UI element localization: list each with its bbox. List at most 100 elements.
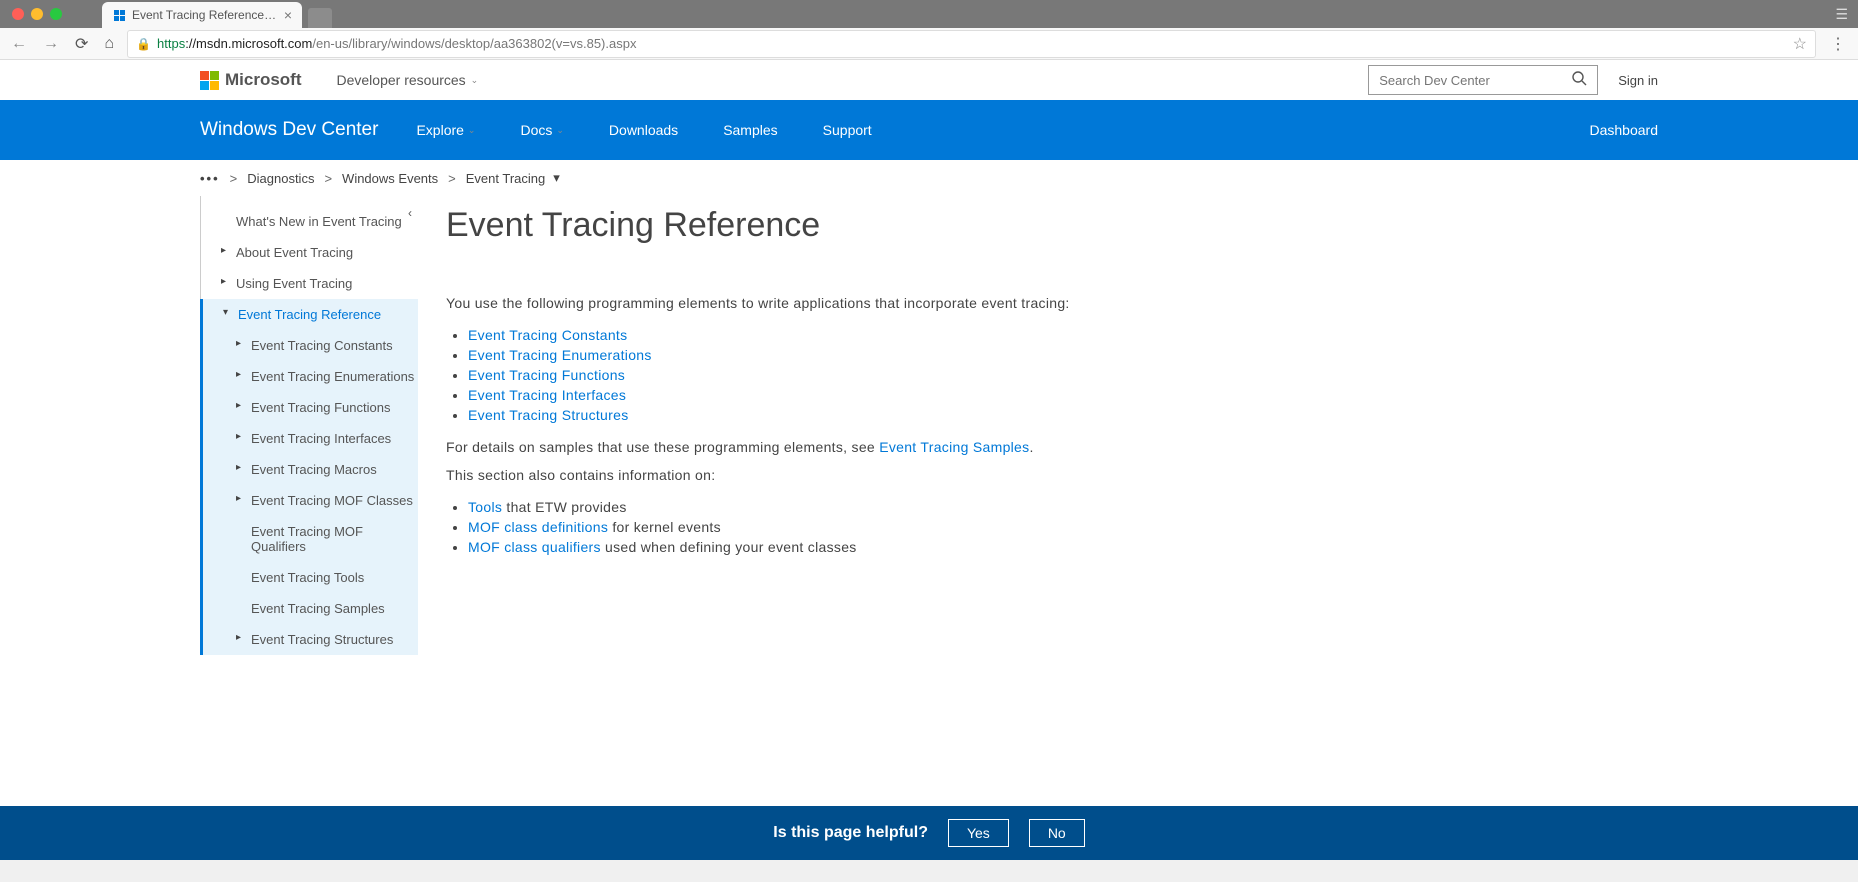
list-item: MOF class qualifiers used when defining … [468, 537, 1630, 557]
article-also-list: Tools that ETW provides MOF class defini… [468, 497, 1630, 557]
sidebar-item-mof-qualifiers[interactable]: Event Tracing MOF Qualifiers [203, 516, 418, 562]
link-interfaces[interactable]: Event Tracing Interfaces [468, 387, 626, 403]
breadcrumb-separator: > [448, 171, 456, 186]
sidebar-item-interfaces[interactable]: Event Tracing Interfaces [203, 423, 418, 454]
sidebar-item-enumerations[interactable]: Event Tracing Enumerations [203, 361, 418, 392]
samples-suffix: . [1029, 439, 1033, 455]
sidebar-item-about[interactable]: About Event Tracing [201, 237, 418, 268]
nav-dashboard[interactable]: Dashboard [1590, 122, 1659, 138]
page-title: Event Tracing Reference [446, 206, 1630, 245]
search-icon[interactable] [1571, 70, 1587, 91]
breadcrumb-more-icon[interactable]: ••• [200, 171, 220, 186]
link-constants[interactable]: Event Tracing Constants [468, 327, 627, 343]
microsoft-logo[interactable]: Microsoft [200, 70, 302, 90]
nav-docs-label: Docs [520, 122, 552, 138]
list-item: MOF class definitions for kernel events [468, 517, 1630, 537]
link-tools[interactable]: Tools [468, 499, 502, 515]
link-enumerations[interactable]: Event Tracing Enumerations [468, 347, 652, 363]
chrome-menu-icon[interactable]: ⋮ [1826, 34, 1850, 54]
sidebar-item-macros[interactable]: Event Tracing Macros [203, 454, 418, 485]
article-section-also: This section also contains information o… [446, 467, 1630, 483]
search-input[interactable] [1379, 73, 1571, 88]
feedback-yes-button[interactable]: Yes [948, 819, 1009, 847]
chrome-user-icon[interactable]: ☰ [1835, 6, 1848, 23]
window-title-bar: Event Tracing Reference (Wind × ☰ [0, 0, 1858, 28]
sidebar-nav: ‹ What's New in Event Tracing About Even… [200, 196, 418, 655]
sidebar-item-tools[interactable]: Event Tracing Tools [203, 562, 418, 593]
list-item: Event Tracing Functions [468, 365, 1630, 385]
nav-site-title[interactable]: Windows Dev Center [200, 119, 378, 141]
breadcrumb-separator: > [324, 171, 332, 186]
nav-support[interactable]: Support [823, 122, 872, 138]
nav-explore[interactable]: Explore ⌄ [416, 122, 475, 138]
traffic-lights [12, 8, 62, 20]
breadcrumb-separator: > [230, 171, 238, 186]
nav-explore-label: Explore [416, 122, 463, 138]
breadcrumb-current-label: Event Tracing [466, 171, 546, 186]
list-item: Tools that ETW provides [468, 497, 1630, 517]
sidebar-item-samples[interactable]: Event Tracing Samples [203, 593, 418, 624]
article-links-list: Event Tracing Constants Event Tracing En… [468, 325, 1630, 425]
samples-prefix: For details on samples that use these pr… [446, 439, 879, 455]
link-mof-qualifiers[interactable]: MOF class qualifiers [468, 539, 601, 555]
list-item: Event Tracing Structures [468, 405, 1630, 425]
developer-resources-dropdown[interactable]: Developer resources ⌄ [337, 72, 479, 88]
primary-nav: Windows Dev Center Explore ⌄ Docs ⌄ Down… [0, 100, 1858, 160]
back-button[interactable]: ← [8, 35, 30, 53]
sidebar-item-whats-new[interactable]: What's New in Event Tracing [201, 206, 418, 237]
list-item: Event Tracing Constants [468, 325, 1630, 345]
nav-docs[interactable]: Docs ⌄ [520, 122, 563, 138]
mof-qual-suffix: used when defining your event classes [601, 539, 857, 555]
article-intro: You use the following programming elemen… [446, 295, 1630, 311]
sidebar-item-using[interactable]: Using Event Tracing [201, 268, 418, 299]
mof-def-suffix: for kernel events [608, 519, 721, 535]
url-path: /en-us/library/windows/desktop/aa363802(… [312, 36, 636, 51]
list-item: Event Tracing Interfaces [468, 385, 1630, 405]
nav-downloads[interactable]: Downloads [609, 122, 678, 138]
link-structures[interactable]: Event Tracing Structures [468, 407, 629, 423]
feedback-no-button[interactable]: No [1029, 819, 1085, 847]
close-window-button[interactable] [12, 8, 24, 20]
maximize-window-button[interactable] [50, 8, 62, 20]
list-item: Event Tracing Enumerations [468, 345, 1630, 365]
breadcrumb-diagnostics[interactable]: Diagnostics [247, 171, 314, 186]
sidebar-item-functions[interactable]: Event Tracing Functions [203, 392, 418, 423]
sidebar-item-structures[interactable]: Event Tracing Structures [203, 624, 418, 655]
reload-button[interactable]: ⟳ [72, 34, 91, 54]
tab-close-icon[interactable]: × [284, 7, 292, 23]
breadcrumb: ••• > Diagnostics > Windows Events > Eve… [0, 160, 1858, 196]
link-mof-definitions[interactable]: MOF class definitions [468, 519, 608, 535]
address-bar: ← → ⟳ ⌂ 🔒 https ://msdn.microsoft.com /e… [0, 28, 1858, 60]
lock-icon: 🔒 [136, 37, 151, 51]
microsoft-header: Microsoft Developer resources ⌄ Sign in [0, 60, 1858, 100]
url-scheme: https [157, 36, 185, 51]
sidebar-item-mof-classes[interactable]: Event Tracing MOF Classes [203, 485, 418, 516]
search-box[interactable] [1368, 65, 1598, 95]
dev-resources-label: Developer resources [337, 72, 466, 88]
sign-in-link[interactable]: Sign in [1618, 73, 1658, 88]
sidebar-item-constants[interactable]: Event Tracing Constants [203, 330, 418, 361]
new-tab-button[interactable] [308, 8, 332, 28]
bottom-strip [0, 860, 1858, 882]
url-input[interactable]: 🔒 https ://msdn.microsoft.com /en-us/lib… [127, 30, 1816, 58]
breadcrumb-windows-events[interactable]: Windows Events [342, 171, 438, 186]
browser-tab-active[interactable]: Event Tracing Reference (Wind × [102, 2, 302, 28]
sidebar-item-reference[interactable]: Event Tracing Reference [203, 299, 418, 330]
breadcrumb-event-tracing[interactable]: Event Tracing ▾ [466, 170, 560, 186]
home-button[interactable]: ⌂ [101, 35, 117, 53]
forward-button[interactable]: → [40, 35, 62, 53]
chevron-down-icon: ▾ [553, 170, 560, 186]
article-samples-para: For details on samples that use these pr… [446, 439, 1630, 455]
link-samples[interactable]: Event Tracing Samples [879, 439, 1029, 455]
microsoft-brand-text: Microsoft [225, 70, 302, 90]
windows-favicon [112, 8, 126, 22]
minimize-window-button[interactable] [31, 8, 43, 20]
url-host: ://msdn.microsoft.com [185, 36, 312, 51]
feedback-bar: Is this page helpful? Yes No [0, 806, 1858, 860]
bookmark-star-icon[interactable]: ☆ [1793, 34, 1807, 54]
nav-samples[interactable]: Samples [723, 122, 777, 138]
chevron-down-icon: ⌄ [468, 125, 476, 136]
feedback-question: Is this page helpful? [773, 824, 928, 842]
link-functions[interactable]: Event Tracing Functions [468, 367, 625, 383]
chevron-down-icon: ⌄ [471, 75, 479, 86]
